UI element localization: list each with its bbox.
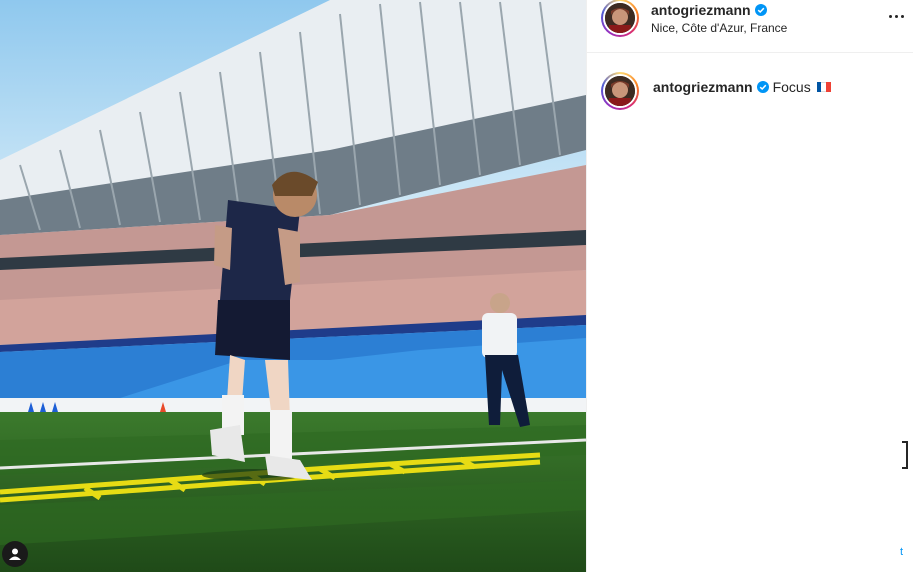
- caption-username[interactable]: antogriezmann: [653, 79, 753, 95]
- partial-link[interactable]: t: [900, 546, 903, 558]
- post-header: antogriezmann Nice, Côte d'Azur, France: [587, 0, 913, 53]
- more-options-icon[interactable]: [886, 8, 906, 24]
- caption-avatar[interactable]: [601, 72, 639, 110]
- post-username[interactable]: antogriezmann: [651, 2, 751, 18]
- post-caption: antogriezmann Focus: [653, 79, 831, 95]
- stadium-photo: [0, 0, 586, 572]
- post-photo[interactable]: [0, 0, 586, 572]
- bracket-glyph: [902, 441, 908, 469]
- caption-text: Focus: [772, 79, 811, 95]
- avatar[interactable]: [601, 0, 639, 37]
- post-side-panel: antogriezmann Nice, Côte d'Azur, France: [586, 0, 913, 572]
- france-flag-icon: [816, 82, 831, 92]
- post-location[interactable]: Nice, Côte d'Azur, France: [651, 21, 787, 35]
- verified-badge-icon: [754, 4, 767, 16]
- user-tag-icon[interactable]: [2, 541, 28, 567]
- verified-badge-icon: [756, 81, 769, 93]
